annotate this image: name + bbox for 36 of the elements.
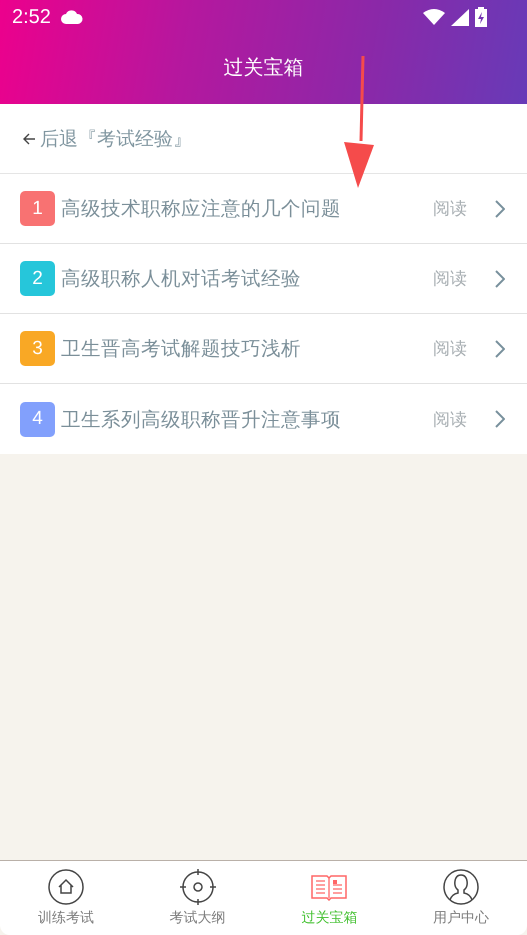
read-label: 阅读	[433, 338, 467, 360]
article-row[interactable]: 3 卫生晋高考试解题技巧浅析 阅读	[0, 314, 527, 384]
nav-tab[interactable]: 训练考试	[0, 861, 132, 935]
open-book-icon	[311, 873, 348, 901]
cloud-icon	[60, 10, 83, 24]
signal-icon	[451, 8, 469, 26]
chevron-right-icon	[495, 410, 505, 428]
read-label: 阅读	[433, 408, 467, 430]
read-label: 阅读	[433, 268, 467, 290]
article-title: 卫生晋高考试解题技巧浅析	[61, 336, 302, 362]
read-label: 阅读	[433, 198, 467, 220]
clock-time: 2:52	[12, 6, 51, 28]
crosshair-icon	[180, 869, 216, 905]
chevron-right-icon	[495, 340, 505, 358]
home-icon	[48, 869, 84, 905]
page-title: 过关宝箱	[224, 54, 304, 80]
nav-tab[interactable]: 用户中心	[395, 861, 527, 935]
chevron-right-icon	[495, 270, 505, 288]
number-badge: 2	[20, 261, 55, 296]
number-badge: 4	[20, 402, 55, 436]
user-icon	[443, 869, 480, 905]
article-row[interactable]: 1 高级技术职称应注意的几个问题 阅读	[0, 174, 527, 244]
nav-tab[interactable]: 考试大纲	[132, 861, 264, 935]
number-badge: 3	[20, 331, 55, 366]
article-row[interactable]: 4 卫生系列高级职称晋升注意事项 阅读	[0, 384, 527, 454]
article-title: 卫生系列高级职称晋升注意事项	[61, 406, 342, 432]
wifi-icon	[423, 9, 445, 25]
chevron-right-icon	[495, 200, 505, 218]
article-title: 高级技术职称应注意的几个问题	[61, 196, 342, 222]
article-row[interactable]: 2 高级职称人机对话考试经验 阅读	[0, 244, 527, 314]
back-link[interactable]: 后退『考试经验』	[0, 104, 527, 174]
battery-icon	[475, 7, 487, 27]
nav-tab[interactable]: 过关宝箱	[264, 861, 396, 935]
number-badge: 1	[20, 191, 55, 226]
article-title: 高级职称人机对话考试经验	[61, 266, 302, 292]
back-arrow-icon	[22, 132, 36, 146]
